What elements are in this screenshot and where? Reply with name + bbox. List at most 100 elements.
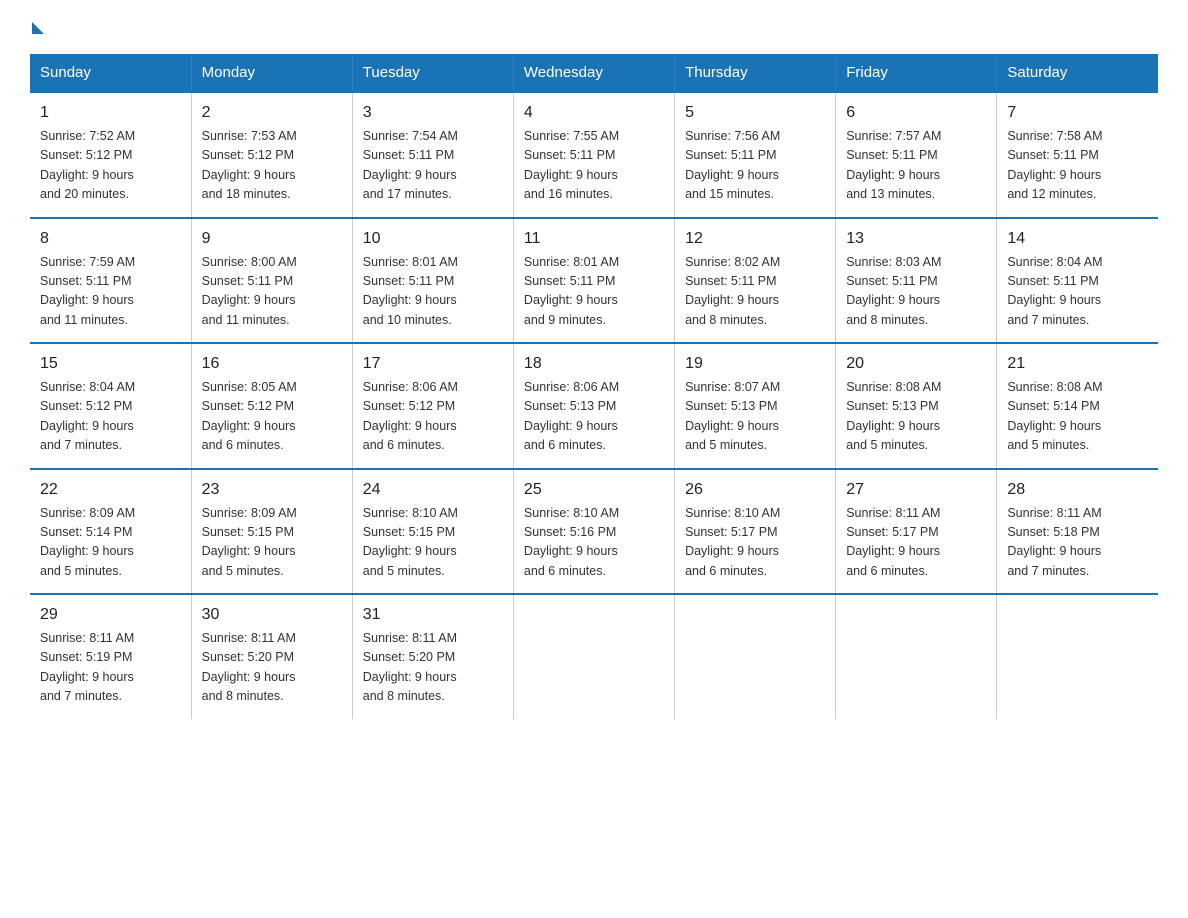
day-info: Sunrise: 8:03 AMSunset: 5:11 PMDaylight:… [846, 253, 986, 331]
calendar-cell [997, 594, 1158, 719]
day-info: Sunrise: 8:02 AMSunset: 5:11 PMDaylight:… [685, 253, 825, 331]
column-header-monday: Monday [191, 54, 352, 92]
day-number: 1 [40, 101, 181, 125]
day-info: Sunrise: 8:04 AMSunset: 5:12 PMDaylight:… [40, 378, 181, 456]
day-number: 11 [524, 227, 664, 251]
calendar-header-row: SundayMondayTuesdayWednesdayThursdayFrid… [30, 54, 1158, 92]
calendar-cell: 25Sunrise: 8:10 AMSunset: 5:16 PMDayligh… [513, 469, 674, 595]
calendar-cell: 23Sunrise: 8:09 AMSunset: 5:15 PMDayligh… [191, 469, 352, 595]
day-info: Sunrise: 8:00 AMSunset: 5:11 PMDaylight:… [202, 253, 342, 331]
day-number: 28 [1007, 478, 1148, 502]
day-info: Sunrise: 8:10 AMSunset: 5:15 PMDaylight:… [363, 504, 503, 582]
calendar-cell: 5Sunrise: 7:56 AMSunset: 5:11 PMDaylight… [675, 92, 836, 218]
day-info: Sunrise: 8:10 AMSunset: 5:16 PMDaylight:… [524, 504, 664, 582]
calendar-cell: 29Sunrise: 8:11 AMSunset: 5:19 PMDayligh… [30, 594, 191, 719]
calendar-week-row: 22Sunrise: 8:09 AMSunset: 5:14 PMDayligh… [30, 469, 1158, 595]
calendar-cell: 11Sunrise: 8:01 AMSunset: 5:11 PMDayligh… [513, 218, 674, 344]
day-number: 3 [363, 101, 503, 125]
calendar-cell: 22Sunrise: 8:09 AMSunset: 5:14 PMDayligh… [30, 469, 191, 595]
day-number: 25 [524, 478, 664, 502]
calendar-cell: 31Sunrise: 8:11 AMSunset: 5:20 PMDayligh… [352, 594, 513, 719]
calendar-cell: 18Sunrise: 8:06 AMSunset: 5:13 PMDayligh… [513, 343, 674, 469]
calendar-week-row: 1Sunrise: 7:52 AMSunset: 5:12 PMDaylight… [30, 92, 1158, 218]
day-number: 21 [1007, 352, 1148, 376]
day-number: 18 [524, 352, 664, 376]
column-header-thursday: Thursday [675, 54, 836, 92]
day-number: 15 [40, 352, 181, 376]
day-info: Sunrise: 7:56 AMSunset: 5:11 PMDaylight:… [685, 127, 825, 205]
day-number: 30 [202, 603, 342, 627]
day-info: Sunrise: 8:08 AMSunset: 5:14 PMDaylight:… [1007, 378, 1148, 456]
calendar-cell: 4Sunrise: 7:55 AMSunset: 5:11 PMDaylight… [513, 92, 674, 218]
calendar-table: SundayMondayTuesdayWednesdayThursdayFrid… [30, 54, 1158, 719]
calendar-cell: 17Sunrise: 8:06 AMSunset: 5:12 PMDayligh… [352, 343, 513, 469]
calendar-cell: 30Sunrise: 8:11 AMSunset: 5:20 PMDayligh… [191, 594, 352, 719]
calendar-cell [513, 594, 674, 719]
day-number: 20 [846, 352, 986, 376]
day-number: 14 [1007, 227, 1148, 251]
day-info: Sunrise: 8:06 AMSunset: 5:13 PMDaylight:… [524, 378, 664, 456]
column-header-wednesday: Wednesday [513, 54, 674, 92]
calendar-cell: 21Sunrise: 8:08 AMSunset: 5:14 PMDayligh… [997, 343, 1158, 469]
day-number: 8 [40, 227, 181, 251]
calendar-cell: 27Sunrise: 8:11 AMSunset: 5:17 PMDayligh… [836, 469, 997, 595]
column-header-tuesday: Tuesday [352, 54, 513, 92]
day-info: Sunrise: 8:04 AMSunset: 5:11 PMDaylight:… [1007, 253, 1148, 331]
day-info: Sunrise: 8:05 AMSunset: 5:12 PMDaylight:… [202, 378, 342, 456]
day-info: Sunrise: 7:52 AMSunset: 5:12 PMDaylight:… [40, 127, 181, 205]
day-info: Sunrise: 8:11 AMSunset: 5:18 PMDaylight:… [1007, 504, 1148, 582]
day-info: Sunrise: 7:54 AMSunset: 5:11 PMDaylight:… [363, 127, 503, 205]
day-info: Sunrise: 8:07 AMSunset: 5:13 PMDaylight:… [685, 378, 825, 456]
calendar-week-row: 15Sunrise: 8:04 AMSunset: 5:12 PMDayligh… [30, 343, 1158, 469]
calendar-cell [675, 594, 836, 719]
day-number: 5 [685, 101, 825, 125]
calendar-cell: 24Sunrise: 8:10 AMSunset: 5:15 PMDayligh… [352, 469, 513, 595]
day-number: 27 [846, 478, 986, 502]
page-header [30, 20, 1158, 34]
day-number: 24 [363, 478, 503, 502]
calendar-cell: 19Sunrise: 8:07 AMSunset: 5:13 PMDayligh… [675, 343, 836, 469]
calendar-cell: 3Sunrise: 7:54 AMSunset: 5:11 PMDaylight… [352, 92, 513, 218]
calendar-week-row: 29Sunrise: 8:11 AMSunset: 5:19 PMDayligh… [30, 594, 1158, 719]
calendar-cell [836, 594, 997, 719]
calendar-cell: 26Sunrise: 8:10 AMSunset: 5:17 PMDayligh… [675, 469, 836, 595]
day-number: 17 [363, 352, 503, 376]
day-info: Sunrise: 8:11 AMSunset: 5:19 PMDaylight:… [40, 629, 181, 707]
day-number: 9 [202, 227, 342, 251]
day-number: 22 [40, 478, 181, 502]
day-info: Sunrise: 8:06 AMSunset: 5:12 PMDaylight:… [363, 378, 503, 456]
day-number: 6 [846, 101, 986, 125]
day-number: 4 [524, 101, 664, 125]
logo [30, 20, 44, 34]
day-info: Sunrise: 8:10 AMSunset: 5:17 PMDaylight:… [685, 504, 825, 582]
calendar-cell: 13Sunrise: 8:03 AMSunset: 5:11 PMDayligh… [836, 218, 997, 344]
day-number: 31 [363, 603, 503, 627]
day-info: Sunrise: 8:01 AMSunset: 5:11 PMDaylight:… [363, 253, 503, 331]
day-number: 26 [685, 478, 825, 502]
calendar-cell: 8Sunrise: 7:59 AMSunset: 5:11 PMDaylight… [30, 218, 191, 344]
day-info: Sunrise: 7:53 AMSunset: 5:12 PMDaylight:… [202, 127, 342, 205]
day-info: Sunrise: 7:58 AMSunset: 5:11 PMDaylight:… [1007, 127, 1148, 205]
calendar-cell: 20Sunrise: 8:08 AMSunset: 5:13 PMDayligh… [836, 343, 997, 469]
calendar-cell: 12Sunrise: 8:02 AMSunset: 5:11 PMDayligh… [675, 218, 836, 344]
day-info: Sunrise: 7:57 AMSunset: 5:11 PMDaylight:… [846, 127, 986, 205]
calendar-cell: 16Sunrise: 8:05 AMSunset: 5:12 PMDayligh… [191, 343, 352, 469]
day-info: Sunrise: 8:08 AMSunset: 5:13 PMDaylight:… [846, 378, 986, 456]
calendar-cell: 28Sunrise: 8:11 AMSunset: 5:18 PMDayligh… [997, 469, 1158, 595]
calendar-cell: 6Sunrise: 7:57 AMSunset: 5:11 PMDaylight… [836, 92, 997, 218]
day-info: Sunrise: 7:55 AMSunset: 5:11 PMDaylight:… [524, 127, 664, 205]
day-info: Sunrise: 8:01 AMSunset: 5:11 PMDaylight:… [524, 253, 664, 331]
calendar-cell: 1Sunrise: 7:52 AMSunset: 5:12 PMDaylight… [30, 92, 191, 218]
day-number: 10 [363, 227, 503, 251]
day-number: 23 [202, 478, 342, 502]
day-info: Sunrise: 8:11 AMSunset: 5:20 PMDaylight:… [202, 629, 342, 707]
calendar-cell: 2Sunrise: 7:53 AMSunset: 5:12 PMDaylight… [191, 92, 352, 218]
day-number: 12 [685, 227, 825, 251]
day-number: 7 [1007, 101, 1148, 125]
day-info: Sunrise: 8:09 AMSunset: 5:14 PMDaylight:… [40, 504, 181, 582]
day-info: Sunrise: 8:11 AMSunset: 5:20 PMDaylight:… [363, 629, 503, 707]
logo-arrow-icon [32, 22, 44, 34]
day-number: 19 [685, 352, 825, 376]
day-number: 13 [846, 227, 986, 251]
calendar-week-row: 8Sunrise: 7:59 AMSunset: 5:11 PMDaylight… [30, 218, 1158, 344]
